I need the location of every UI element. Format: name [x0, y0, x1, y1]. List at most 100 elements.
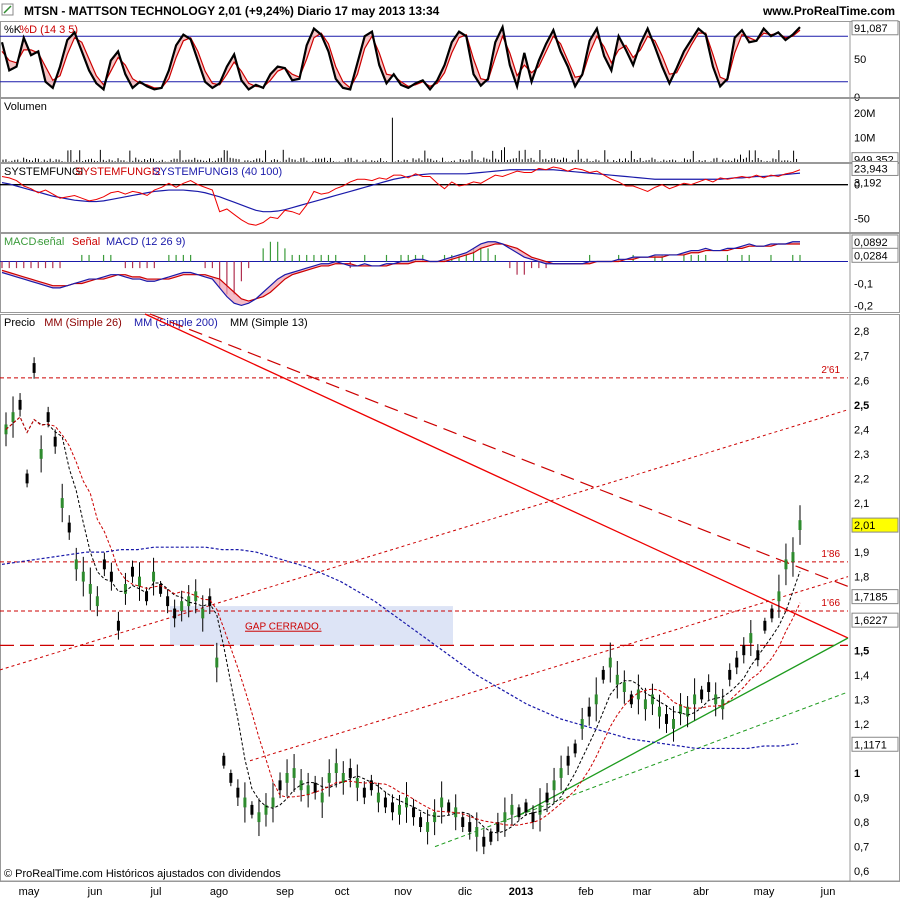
price-candle	[517, 807, 521, 818]
price-candle	[489, 831, 493, 842]
price-tick-label: 2,5	[854, 400, 869, 412]
price-candle	[123, 584, 127, 594]
downtrend-dashed-line	[149, 313, 849, 588]
price-candle	[376, 792, 380, 803]
price-candle	[636, 689, 640, 700]
price-candle	[749, 633, 753, 643]
price-candle	[728, 669, 732, 680]
price-tick-label: 0,8	[854, 817, 869, 829]
volume-tick-label: 20M	[854, 108, 875, 120]
price-candle	[95, 596, 99, 607]
price-tick-label: 2,2	[854, 473, 869, 485]
price-candle	[629, 694, 633, 705]
macd-line	[1, 241, 800, 307]
price-candle	[102, 559, 106, 570]
chart-header: MTSN - MATTSON TECHNOLOGY 2,01 (+9,24%) …	[0, 0, 900, 20]
price-tick-label: 2,01	[854, 520, 875, 532]
price-candle	[798, 520, 802, 530]
systemfungi-legend-item: SYSTEMFUNGI3 (40 100)	[153, 166, 283, 178]
macd-fill	[2, 241, 800, 306]
price-tick-label: 1,3	[854, 694, 869, 706]
price-candle	[735, 657, 739, 668]
x-axis-label: 2013	[509, 886, 533, 898]
price-candle	[573, 743, 577, 754]
price-candle	[348, 768, 352, 778]
macd-signal-line	[1, 243, 800, 302]
systemfungi-tick-label: 3,192	[854, 177, 882, 189]
price-candle	[18, 399, 22, 410]
price-panel-frame	[0, 314, 900, 882]
price-candle	[243, 797, 247, 808]
downtrend-line	[144, 313, 849, 639]
stochastic-legend-item: %D (14 3 5)	[19, 24, 78, 36]
price-candle	[433, 812, 437, 823]
systemfungi-tick-label: 23,943	[854, 163, 888, 175]
price-candle	[236, 787, 240, 798]
x-axis-label: may	[19, 886, 40, 898]
price-tick-label: 1,4	[854, 670, 869, 682]
stochastic-tick-label: 50	[854, 54, 866, 66]
price-candle	[81, 571, 85, 582]
level-label: 1'86	[821, 549, 840, 560]
price-candle	[693, 694, 697, 705]
price-tick-label: 1,9	[854, 547, 869, 559]
price-candle	[362, 787, 366, 798]
x-axis-label: feb	[578, 886, 593, 898]
macd-tick-label: 0,0284	[854, 250, 888, 262]
support-trend-line	[519, 637, 849, 816]
footer-copyright: © ProRealTime.com Históricos ajustados c…	[4, 868, 281, 880]
price-candle	[25, 473, 29, 484]
x-axis-label: jul	[149, 886, 161, 898]
price-tick-label: 2,7	[854, 351, 869, 363]
price-tick-label: 1,8	[854, 572, 869, 584]
price-candle	[116, 620, 120, 631]
price-candle	[440, 797, 444, 808]
price-candle	[152, 571, 156, 582]
price-candle	[271, 797, 275, 808]
price-candle	[672, 719, 676, 729]
price-candle	[229, 773, 233, 783]
price-candle	[397, 804, 401, 815]
price-candle	[531, 812, 535, 823]
price-candle	[763, 620, 767, 631]
price-candle	[53, 436, 57, 447]
price-candle	[369, 780, 373, 791]
price-candle	[700, 689, 704, 700]
macd-tick-label: -0,1	[854, 278, 873, 290]
price-candle	[32, 363, 36, 373]
x-axis-label: jun	[87, 886, 103, 898]
x-axis-label: oct	[335, 886, 350, 898]
macd-legend-item: Señal	[72, 236, 100, 248]
price-candle	[664, 714, 668, 724]
systemfungi-tick-label: -50	[854, 213, 870, 225]
price-candle	[426, 822, 430, 832]
price-candle	[306, 785, 310, 796]
price-candle	[419, 817, 423, 827]
price-tick-label: 1	[854, 768, 860, 780]
price-candle	[173, 608, 177, 619]
macd-legend-item: MACD-	[4, 236, 40, 248]
price-candle	[390, 802, 394, 813]
price-candle	[545, 792, 549, 803]
price-candle	[742, 645, 746, 656]
price-legend-item: MM (Simple 13)	[230, 317, 308, 329]
price-candle	[39, 449, 43, 459]
x-axis-label: dic	[458, 886, 473, 898]
price-candle	[250, 804, 254, 815]
price-candle	[777, 591, 781, 602]
price-candle	[383, 797, 387, 808]
price-legend-item: MM (Simple 26)	[44, 317, 122, 329]
level-label: 2'61	[821, 365, 840, 376]
price-candle	[215, 657, 219, 668]
chart-title: MTSN - MATTSON TECHNOLOGY 2,01 (+9,24%) …	[24, 4, 440, 18]
price-candle	[594, 694, 598, 705]
price-candle	[222, 755, 226, 766]
price-candle	[201, 608, 205, 619]
price-tick-label: 0,7	[854, 842, 869, 854]
price-candle	[475, 827, 479, 837]
price-candle	[503, 812, 507, 823]
gap-label: GAP CERRADO.	[245, 622, 322, 633]
site-label[interactable]: www.ProRealTime.com	[762, 4, 895, 18]
price-candle	[355, 777, 359, 788]
price-candle	[299, 780, 303, 791]
